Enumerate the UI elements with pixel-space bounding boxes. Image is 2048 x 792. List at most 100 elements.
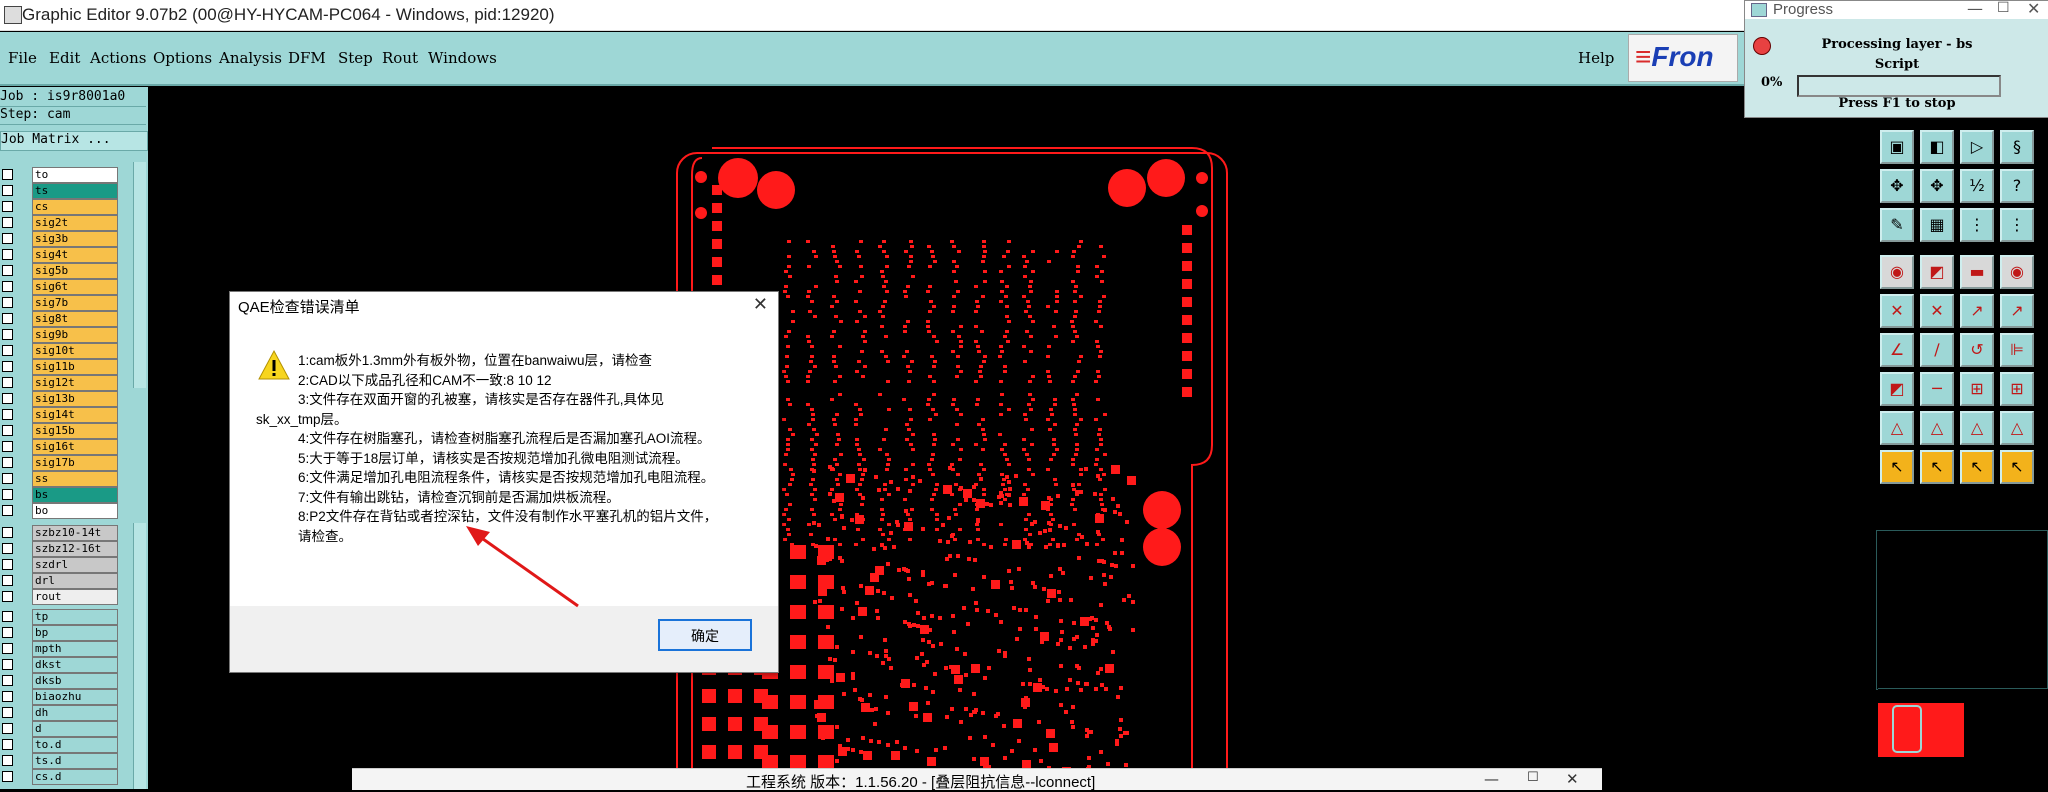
maximize-icon[interactable]: ☐ [1527, 770, 1539, 785]
tool-button[interactable]: ? [2000, 169, 2034, 203]
tool-button[interactable]: ↖ [1880, 450, 1914, 484]
layer-row[interactable]: ts [0, 183, 120, 199]
layer-row[interactable]: biaozhu [0, 689, 120, 705]
layer-row[interactable]: bs [0, 487, 120, 503]
maximize-icon[interactable]: ☐ [1997, 0, 2010, 16]
layer-checkbox[interactable] [2, 691, 13, 702]
layer-checkbox[interactable] [2, 297, 13, 308]
layer-row[interactable]: szbz10-14t [0, 525, 120, 541]
menu-file[interactable]: File [8, 49, 37, 67]
layer-name[interactable]: bo [32, 503, 118, 519]
layer-row[interactable]: sig12t [0, 375, 120, 391]
layer-name[interactable]: tp [32, 609, 118, 625]
tool-button[interactable]: △ [1880, 411, 1914, 445]
layer-checkbox[interactable] [2, 409, 13, 420]
tool-button[interactable]: ⋮ [1960, 208, 1994, 242]
layer-checkbox[interactable] [2, 771, 13, 782]
layer-name[interactable]: ts [32, 183, 118, 199]
tool-button[interactable]: ◧ [1920, 130, 1954, 164]
layer-checkbox[interactable] [2, 559, 13, 570]
layer-checkbox[interactable] [2, 575, 13, 586]
layer-checkbox[interactable] [2, 361, 13, 372]
tool-button[interactable]: △ [1920, 411, 1954, 445]
tool-button[interactable]: ⊞ [2000, 372, 2034, 406]
layer-checkbox[interactable] [2, 675, 13, 686]
menu-windows[interactable]: Windows [428, 49, 497, 67]
overview-panel[interactable] [1878, 688, 2048, 790]
tool-button[interactable]: § [2000, 130, 2034, 164]
tool-button[interactable]: ↖ [2000, 450, 2034, 484]
layer-checkbox[interactable] [2, 281, 13, 292]
layer-checkbox[interactable] [2, 739, 13, 750]
misc-layer-scrollbar[interactable] [133, 523, 146, 789]
tool-button[interactable]: ↖ [1920, 450, 1954, 484]
close-icon[interactable]: ✕ [1566, 770, 1579, 788]
layer-name[interactable]: sig16t [32, 439, 118, 455]
layer-checkbox[interactable] [2, 643, 13, 654]
layer-name[interactable]: sig9b [32, 327, 118, 343]
layer-name[interactable]: dksb [32, 673, 118, 689]
layer-name[interactable]: d [32, 721, 118, 737]
tool-button[interactable]: △ [2000, 411, 2034, 445]
layer-checkbox[interactable] [2, 425, 13, 436]
layer-row[interactable]: bo [0, 503, 120, 519]
tool-button[interactable]: ✕ [1880, 294, 1914, 328]
layer-checkbox[interactable] [2, 591, 13, 602]
layer-checkbox[interactable] [2, 201, 13, 212]
tool-button[interactable]: ⊞ [1960, 372, 1994, 406]
layer-row[interactable]: dkst [0, 657, 120, 673]
layer-checkbox[interactable] [2, 393, 13, 404]
layer-row[interactable]: sig5b [0, 263, 120, 279]
menu-options[interactable]: Options [153, 49, 212, 67]
tool-button[interactable]: △ [1960, 411, 1994, 445]
layer-name[interactable]: szbz12-16t [32, 541, 118, 557]
layer-row[interactable]: sig4t [0, 247, 120, 263]
layer-name[interactable]: szdrl [32, 557, 118, 573]
layer-name[interactable]: sig13b [32, 391, 118, 407]
layer-row[interactable]: sig13b [0, 391, 120, 407]
layer-row[interactable]: szdrl [0, 557, 120, 573]
tool-button[interactable]: ◉ [1880, 255, 1914, 289]
menu-rout[interactable]: Rout [382, 49, 418, 67]
layer-name[interactable]: rout [32, 589, 118, 605]
tool-button[interactable]: ∠ [1880, 333, 1914, 367]
layer-name[interactable]: bs [32, 487, 118, 503]
layer-row[interactable]: ts.d [0, 753, 120, 769]
layer-row[interactable]: sig8t [0, 311, 120, 327]
tool-button[interactable]: ▷ [1960, 130, 1994, 164]
overview-viewport[interactable] [1892, 705, 1922, 753]
layer-row[interactable]: to.d [0, 737, 120, 753]
layer-checkbox[interactable] [2, 473, 13, 484]
layer-name[interactable]: sig12t [32, 375, 118, 391]
tool-button[interactable]: ◩ [1920, 255, 1954, 289]
layer-checkbox[interactable] [2, 527, 13, 538]
layer-row[interactable]: szbz12-16t [0, 541, 120, 557]
layer-name[interactable]: ts.d [32, 753, 118, 769]
layer-name[interactable]: sig7b [32, 295, 118, 311]
layer-row[interactable]: sig3b [0, 231, 120, 247]
tool-button[interactable]: ◩ [1880, 372, 1914, 406]
ok-button[interactable]: 确定 [658, 619, 752, 651]
layer-row[interactable]: tp [0, 609, 120, 625]
layer-row[interactable]: d [0, 721, 120, 737]
layer-row[interactable]: cs.d [0, 769, 120, 785]
layer-name[interactable]: sig5b [32, 263, 118, 279]
layer-scrollbar[interactable] [133, 162, 146, 388]
layer-row[interactable]: drl [0, 573, 120, 589]
layer-row[interactable]: to [0, 167, 120, 183]
tool-button[interactable]: ↗ [2000, 294, 2034, 328]
tool-button[interactable]: ✥ [1880, 169, 1914, 203]
tool-button[interactable]: ↺ [1960, 333, 1994, 367]
layer-checkbox[interactable] [2, 659, 13, 670]
layer-name[interactable]: biaozhu [32, 689, 118, 705]
layer-name[interactable]: sig14t [32, 407, 118, 423]
layer-name[interactable]: dkst [32, 657, 118, 673]
menu-actions[interactable]: Actions [90, 49, 146, 67]
layer-checkbox[interactable] [2, 543, 13, 554]
layer-name[interactable]: ss [32, 471, 118, 487]
menu-edit[interactable]: Edit [49, 49, 80, 67]
layer-name[interactable]: sig2t [32, 215, 118, 231]
tool-button[interactable]: ─ [1920, 372, 1954, 406]
layer-name[interactable]: mpth [32, 641, 118, 657]
layer-checkbox[interactable] [2, 233, 13, 244]
